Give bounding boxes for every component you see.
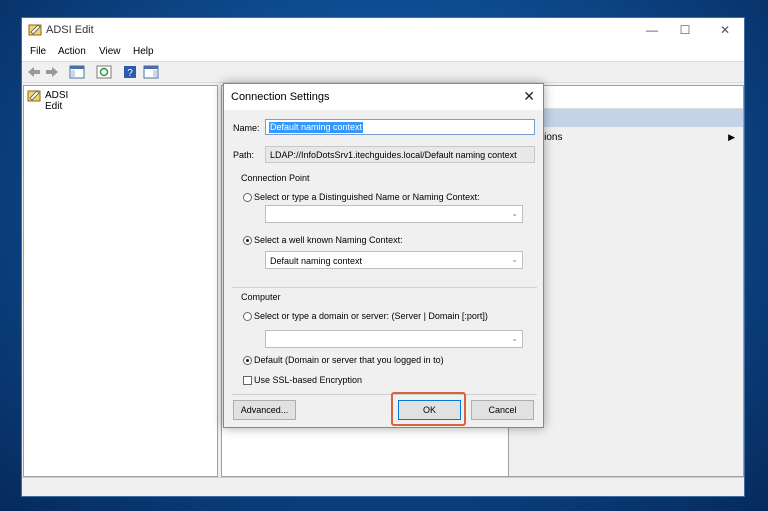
dropdown-chevron-icon[interactable]: ⌄ [511,334,518,343]
path-field-value: LDAP://InfoDotsSrv1.itechguides.local/De… [270,150,517,160]
radio-dn-circle[interactable] [243,193,252,202]
connection-point-heading: Connection Point [241,173,310,183]
path-field: LDAP://InfoDotsSrv1.itechguides.local/De… [265,146,535,163]
close-window-button[interactable]: ✕ [710,21,740,39]
advanced-button[interactable]: Advanced... [233,400,296,420]
ssl-checkbox[interactable] [243,376,252,385]
name-label: Name: [233,123,260,133]
dialog-title-bar: Connection Settings ✕ [224,84,543,110]
radio-default-circle[interactable] [243,356,252,365]
dialog-title: Connection Settings [231,91,330,103]
maximize-button[interactable]: ☐ [670,21,700,39]
path-label: Path: [233,150,255,160]
collapse-up-icon[interactable]: ▲ [513,112,735,122]
dropdown-chevron-icon[interactable]: ⌄ [511,209,518,218]
help-icon[interactable]: ? [122,65,138,79]
menu-bar: File Action View Help [22,43,744,61]
radio-server-circle[interactable] [243,312,252,321]
radio-default-label: Default (Domain or server that you logge… [254,355,444,365]
toolbar: ? [22,61,744,83]
dialog-close-icon[interactable]: ✕ [523,88,535,105]
well-known-context-combo[interactable]: Default naming context ⌄ [265,251,523,269]
radio-server-label: Select or type a domain or server: (Serv… [254,311,488,321]
ssl-label: Use SSL-based Encryption [254,375,363,385]
ok-button-highlight [391,392,466,426]
minimize-button[interactable]: — [637,21,667,39]
connection-point-group: Connection Point Select or type a Distin… [232,169,537,288]
show-hide-action-pane-icon[interactable] [143,65,159,79]
title-bar: ADSI Edit — ☐ ✕ [22,18,744,43]
menu-view[interactable]: View [99,46,121,57]
refresh-icon[interactable] [96,65,112,79]
menu-action[interactable]: Action [58,46,86,57]
name-field[interactable]: Default naming context [265,119,535,135]
console-tree-pane: ADSI Edit [23,85,218,477]
forward-arrow-icon[interactable] [44,65,60,79]
show-hide-console-tree-icon[interactable] [69,65,85,79]
dropdown-chevron-icon[interactable]: ⌄ [511,255,518,264]
name-field-value: Default naming context [269,122,364,133]
submenu-arrow-icon: ▶ [728,132,735,142]
connection-settings-dialog: Connection Settings ✕ Name: Default nami… [223,83,544,428]
cancel-button[interactable]: Cancel [471,400,534,420]
distinguished-name-combo[interactable]: ⌄ [265,205,523,223]
computer-group: Computer Select or type a domain or serv… [232,288,537,395]
radio-known-label: Select a well known Naming Context: [254,235,403,245]
radio-known-circle[interactable] [243,236,252,245]
actions-selected-item[interactable]: dit ▲ [509,109,743,127]
domain-server-combo[interactable]: ⌄ [265,330,523,348]
menu-file[interactable]: File [30,46,46,57]
known-combo-value: Default naming context [270,256,363,266]
radio-dn-label: Select or type a Distinguished Name or N… [254,192,480,202]
menu-help[interactable]: Help [133,46,154,57]
status-bar [22,477,744,496]
tree-item-label: ADSI Edit [45,90,69,112]
window-title: ADSI Edit [46,24,94,36]
back-arrow-icon[interactable] [26,65,42,79]
computer-heading: Computer [241,292,281,302]
svg-text:?: ? [127,68,133,79]
adsi-edit-icon [27,90,41,102]
adsi-edit-app-icon [28,24,42,36]
actions-header: s [509,86,743,109]
